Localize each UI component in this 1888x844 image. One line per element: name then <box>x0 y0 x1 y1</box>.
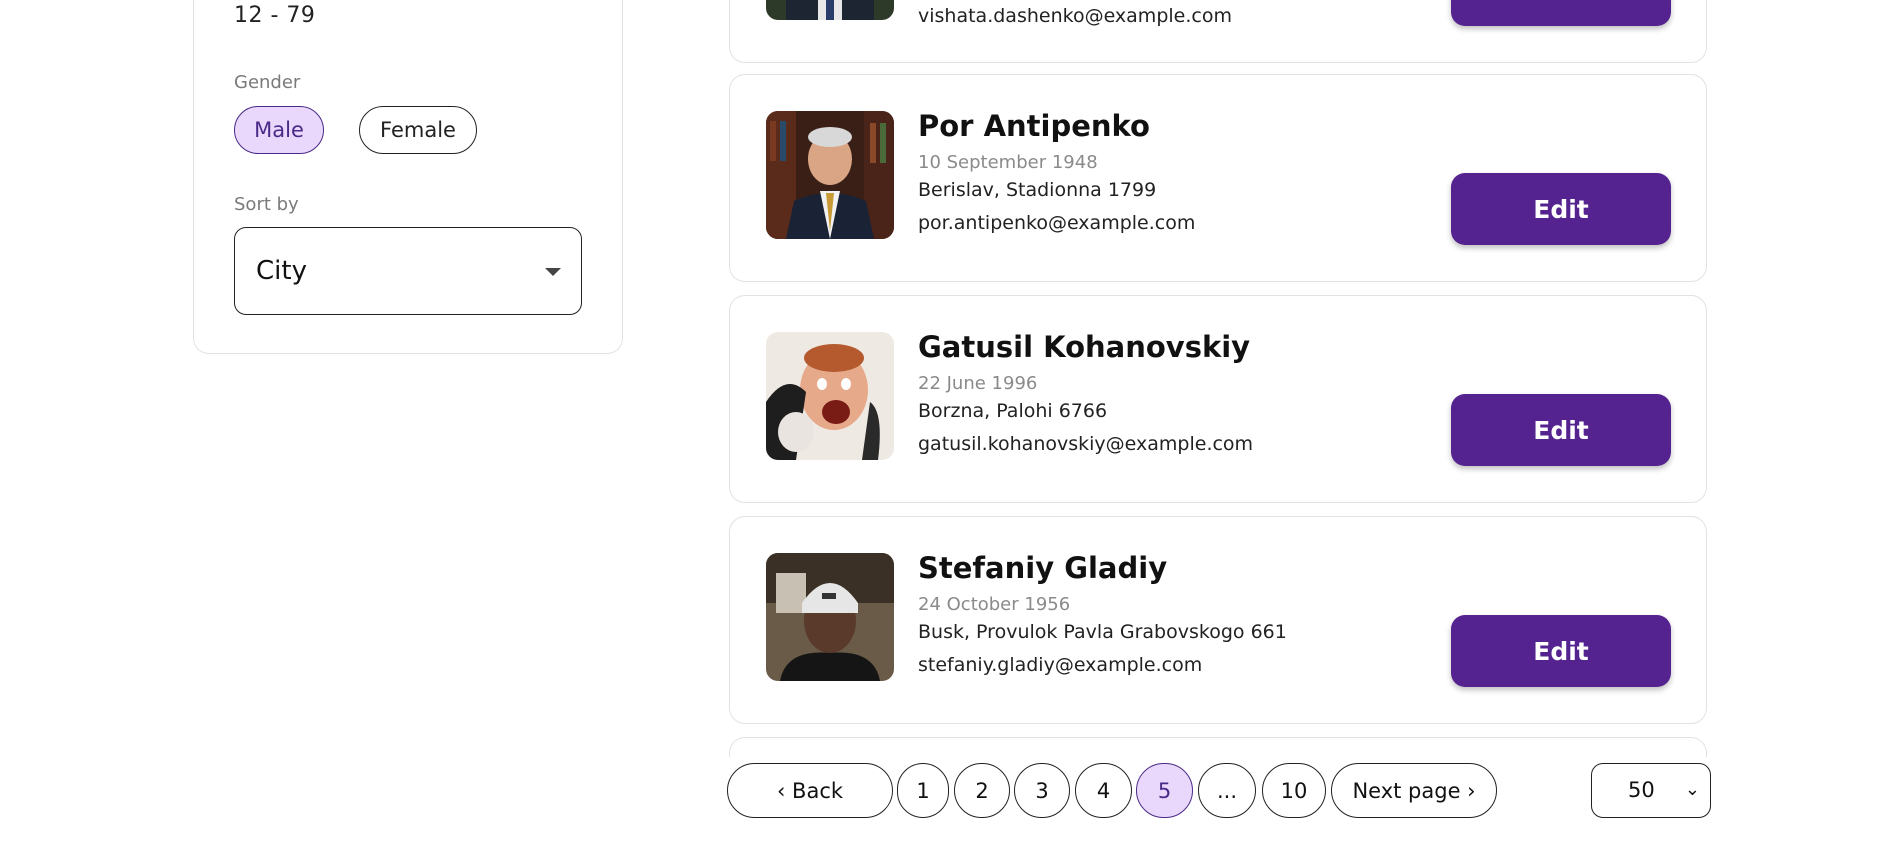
avatar <box>766 553 894 681</box>
page-ellipsis: ... <box>1198 763 1256 818</box>
page-button-10[interactable]: 10 <box>1262 763 1326 818</box>
edit-button[interactable]: Edit <box>1451 0 1671 26</box>
person-name: Gatusil Kohanovskiy <box>918 330 1251 364</box>
avatar-photo <box>766 332 894 460</box>
page-size-value: 50 <box>1628 778 1655 802</box>
chevron-down-icon: ⌄ <box>1684 779 1700 800</box>
page-button-4[interactable]: 4 <box>1075 763 1132 818</box>
person-address: Borzna, Palohi 6766 <box>918 400 1108 422</box>
person-dob: 10 September 1948 <box>918 152 1098 173</box>
person-dob: 24 October 1956 <box>918 594 1071 615</box>
edit-button[interactable]: Edit <box>1451 394 1671 466</box>
filter-panel: 12 - 79 Gender Male Female Sort by City <box>193 0 623 354</box>
avatar <box>766 0 894 20</box>
person-email: vishata.dashenko@example.com <box>918 5 1232 27</box>
back-button[interactable]: ‹ Back <box>727 763 893 818</box>
caret-down-icon <box>545 268 561 276</box>
gender-chip-female[interactable]: Female <box>359 106 477 154</box>
avatar-photo <box>766 111 894 239</box>
person-card: Stefaniy Gladiy 24 October 1956 Busk, Pr… <box>729 516 1707 724</box>
gender-label: Gender <box>234 72 301 93</box>
gender-chip-male[interactable]: Male <box>234 106 324 154</box>
person-card: Por Antipenko 10 September 1948 Berislav… <box>729 74 1707 282</box>
page-size-select[interactable]: 50 ⌄ <box>1591 763 1711 818</box>
avatar-photo <box>766 553 894 681</box>
next-page-button[interactable]: Next page › <box>1331 763 1497 818</box>
person-name: Por Antipenko <box>918 109 1150 143</box>
person-email: gatusil.kohanovskiy@example.com <box>918 433 1254 455</box>
page-button-2[interactable]: 2 <box>954 763 1010 818</box>
avatar <box>766 111 894 239</box>
page-button-5[interactable]: 5 <box>1136 763 1193 818</box>
sort-by-label: Sort by <box>234 194 299 215</box>
person-address: Berislav, Stadionna 1799 <box>918 179 1157 201</box>
sort-by-select[interactable]: City <box>234 227 582 315</box>
page-button-3[interactable]: 3 <box>1014 763 1070 818</box>
edit-button[interactable]: Edit <box>1451 615 1671 687</box>
person-card <box>729 737 1707 757</box>
person-email: stefaniy.gladiy@example.com <box>918 654 1203 676</box>
person-card: vishata.dashenko@example.com Edit <box>729 0 1707 63</box>
avatar <box>766 332 894 460</box>
page-button-1[interactable]: 1 <box>897 763 949 818</box>
edit-button[interactable]: Edit <box>1451 173 1671 245</box>
person-address: Busk, Provulok Pavla Grabovskogo 661 <box>918 621 1287 643</box>
person-name: Stefaniy Gladiy <box>918 551 1168 585</box>
person-dob: 22 June 1996 <box>918 373 1038 394</box>
sort-by-value: City <box>256 256 307 286</box>
age-range-value: 12 - 79 <box>234 3 316 28</box>
avatar-photo <box>766 0 894 20</box>
person-email: por.antipenko@example.com <box>918 212 1196 234</box>
person-card: Gatusil Kohanovskiy 22 June 1996 Borzna,… <box>729 295 1707 503</box>
